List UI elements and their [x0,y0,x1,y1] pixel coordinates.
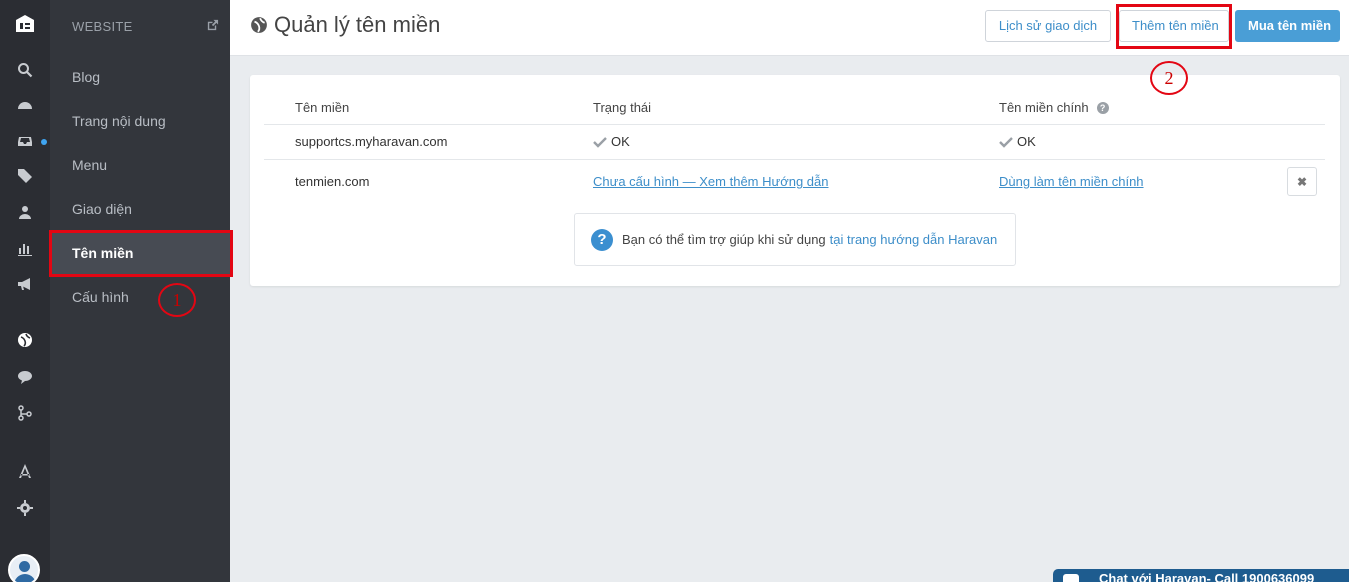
dashboard-icon[interactable] [15,95,35,115]
sidebar-header: WEBSITE [72,19,133,34]
inbox-icon[interactable] [15,131,35,151]
close-icon: ✖ [1296,174,1308,189]
sidebar-item-blog[interactable]: Blog [50,55,230,99]
primary-cell: Dùng làm tên miền chính [999,174,1144,189]
app-store-icon[interactable] [15,461,35,481]
website-sidebar: WEBSITE Blog Trang nội dung Menu Giao di… [50,0,230,582]
primary-cell: OK [999,134,1036,149]
question-icon: ? [591,228,613,251]
transaction-history-button[interactable]: Lịch sử giao dịch [985,10,1111,42]
sidebar-item-settings[interactable]: Cấu hình [50,275,230,319]
globe-icon[interactable] [15,330,35,350]
bar-chart-icon[interactable] [15,238,35,258]
sidebar-item-theme[interactable]: Giao diện [50,187,230,231]
domains-card: Tên miền Trạng thái Tên miền chính ? sup… [250,75,1340,286]
highlight-box-add-domain [1116,4,1232,49]
domain-name: supportcs.myharavan.com [295,134,448,149]
configure-guide-link[interactable]: Chưa cấu hình — Xem thêm Hướng dẫn [593,174,829,189]
chat-widget[interactable]: Chat với Haravan- Call 1900636099 [1053,569,1349,582]
status-text: OK [611,134,630,149]
network-icon[interactable] [15,403,35,423]
check-icon [593,136,607,148]
notification-dot [41,139,47,145]
domain-name: tenmien.com [295,174,370,189]
megaphone-icon[interactable] [15,274,35,294]
column-header-primary-wrap: Tên miền chính ? [999,100,1109,115]
set-primary-domain-link[interactable]: Dùng làm tên miền chính [999,174,1144,189]
help-text: Bạn có thể tìm trợ giúp khi sử dụng [622,232,826,247]
logo-icon[interactable] [13,12,37,36]
chat-label: Chat với Haravan- Call 1900636099 [1099,571,1315,582]
help-box: ? Bạn có thể tìm trợ giúp khi sử dụng tạ… [574,213,1016,266]
avatar-icon[interactable] [8,554,40,582]
check-icon [999,136,1013,148]
external-link-icon[interactable] [206,19,219,32]
chat-icon[interactable] [15,367,35,387]
status-cell: Chưa cấu hình — Xem thêm Hướng dẫn [593,174,829,189]
sidebar-item-pages[interactable]: Trang nội dung [50,99,230,143]
column-header-primary: Tên miền chính [999,100,1089,115]
search-icon[interactable] [15,60,35,80]
annotation-number-1: 1 [158,283,196,317]
divider [264,124,1325,125]
globe-icon [251,17,267,33]
users-icon[interactable] [15,202,35,222]
help-icon[interactable]: ? [1096,101,1109,114]
highlight-box-domains [49,230,233,277]
tag-icon[interactable] [15,166,35,186]
divider [264,159,1325,160]
gear-icon[interactable] [15,498,35,518]
page-title: Quản lý tên miền [274,12,441,37]
annotation-number-2: 2 [1150,61,1188,95]
page-title-wrap: Quản lý tên miền [250,12,440,38]
sidebar-item-menu[interactable]: Menu [50,143,230,187]
primary-text: OK [1017,134,1036,149]
column-header-status: Trạng thái [593,100,652,115]
help-guide-link[interactable]: tại trang hướng dẫn Haravan [830,232,998,247]
icon-rail [0,0,50,582]
chat-bubble-icon [1063,574,1079,582]
column-header-domain: Tên miền [295,100,350,115]
remove-domain-button[interactable]: ✖ [1287,167,1317,196]
status-cell: OK [593,134,630,149]
buy-domain-button[interactable]: Mua tên miền [1235,10,1340,42]
